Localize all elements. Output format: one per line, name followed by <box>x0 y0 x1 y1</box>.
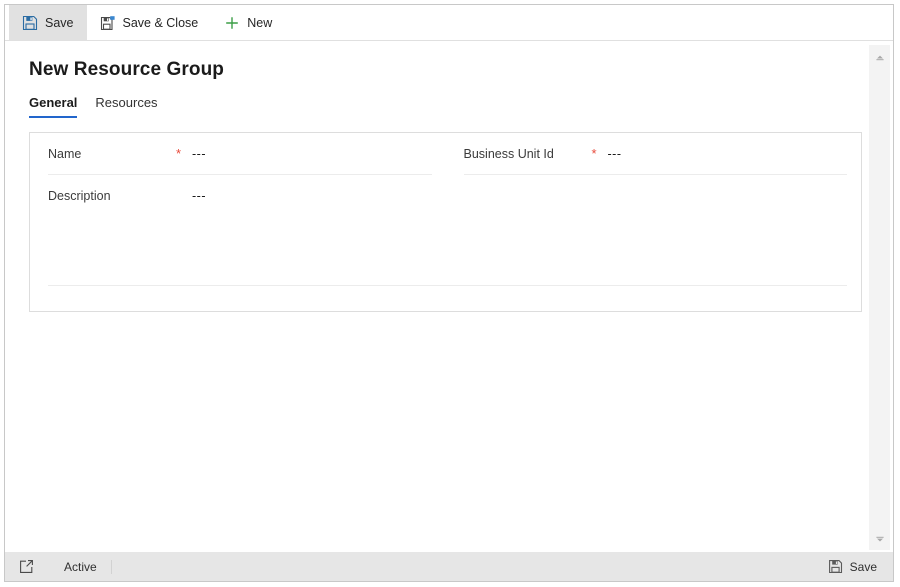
field-row-name[interactable]: Name * --- <box>30 133 446 175</box>
form-region: New Resource Group General Resources Nam… <box>5 41 868 552</box>
field-row-description[interactable]: Description --- <box>30 175 446 217</box>
status-badge: Active <box>64 559 112 574</box>
tab-resources-label: Resources <box>95 95 158 110</box>
vertical-scrollbar[interactable] <box>868 45 890 550</box>
name-required-asterisk: * <box>176 146 182 161</box>
chevron-up-icon[interactable] <box>873 51 887 63</box>
field-row-empty-right <box>446 175 862 217</box>
name-field-value[interactable]: --- <box>192 147 206 161</box>
general-form-card: Name * --- Description --- Business Unit… <box>29 132 862 312</box>
field-row-business-unit-id[interactable]: Business Unit Id * --- <box>446 133 862 175</box>
status-bar-left: Active <box>19 559 828 574</box>
chevron-down-icon[interactable] <box>873 532 887 544</box>
status-bar: Active Save <box>5 552 893 581</box>
save-and-close-button-label: Save & Close <box>122 15 199 30</box>
command-bar: Save Save & Close New <box>5 5 893 41</box>
field-grid: Name * --- Description --- Business Unit… <box>30 133 861 217</box>
save-button[interactable]: Save <box>9 5 87 40</box>
new-button[interactable]: New <box>211 5 285 40</box>
plus-icon <box>224 15 240 31</box>
save-and-close-button[interactable]: Save & Close <box>87 5 212 40</box>
tab-general[interactable]: General <box>29 95 78 118</box>
description-field-label: Description <box>48 189 111 203</box>
business-unit-id-required-asterisk: * <box>591 146 597 161</box>
save-and-close-floppy-icon <box>100 15 116 31</box>
form-window: Save Save & Close New New Resource Group… <box>4 4 894 582</box>
card-divider <box>48 285 847 286</box>
field-column-left: Name * --- Description --- <box>30 133 446 217</box>
new-button-label: New <box>247 15 273 30</box>
tab-general-label: General <box>29 95 78 110</box>
field-column-right: Business Unit Id * --- <box>446 133 862 217</box>
tab-resources[interactable]: Resources <box>95 95 157 118</box>
business-unit-id-field-value[interactable]: --- <box>608 147 622 161</box>
name-field-label: Name <box>48 147 82 161</box>
save-button-label: Save <box>45 15 74 30</box>
business-unit-id-field-label: Business Unit Id <box>463 147 554 161</box>
page-body: New Resource Group General Resources Nam… <box>5 41 893 552</box>
tabstrip: General Resources <box>5 81 868 118</box>
save-floppy-icon <box>22 15 38 31</box>
status-bar-save-label: Save <box>849 559 877 574</box>
open-in-new-window-icon[interactable] <box>19 559 34 574</box>
page-title: New Resource Group <box>29 59 225 80</box>
description-field-value[interactable]: --- <box>192 189 206 203</box>
status-bar-save-button[interactable]: Save <box>828 559 881 574</box>
save-floppy-icon <box>828 559 843 574</box>
